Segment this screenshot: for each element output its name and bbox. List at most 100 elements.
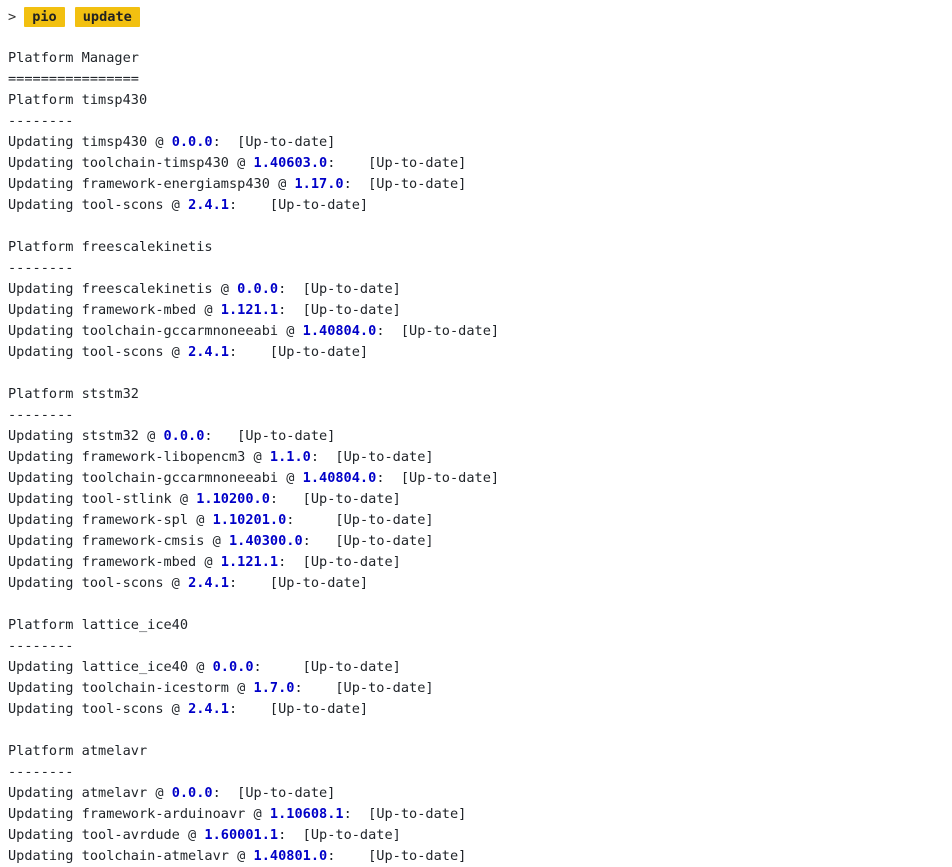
update-status: : [Up-to-date] (278, 827, 401, 843)
update-package-text: Updating framework-spl @ (8, 512, 213, 528)
update-line: Updating atmelavr @ 0.0.0: [Up-to-date] (8, 783, 952, 804)
update-package-text: Updating toolchain-icestorm @ (8, 680, 254, 696)
update-line: Updating framework-mbed @ 1.121.1: [Up-t… (8, 552, 952, 573)
update-version: 0.0.0 (237, 281, 279, 297)
update-line: Updating toolchain-icestorm @ 1.7.0: [Up… (8, 678, 952, 699)
platform-title: Platform lattice_ice40 (8, 617, 189, 633)
update-line: Updating framework-cmsis @ 1.40300.0: [U… (8, 531, 952, 552)
update-package-text: Updating tool-scons @ (8, 344, 189, 360)
platform-rule: -------- (8, 407, 74, 423)
update-line: Updating tool-stlink @ 1.10200.0: [Up-to… (8, 489, 952, 510)
update-status: : [Up-to-date] (278, 554, 401, 570)
update-package-text: Updating tool-stlink @ (8, 491, 197, 507)
update-line: Updating framework-energiamsp430 @ 1.17.… (8, 174, 952, 195)
update-package-text: Updating ststm32 @ (8, 428, 164, 444)
update-version: 2.4.1 (188, 701, 229, 717)
update-version: 1.40801.0 (253, 848, 328, 864)
platform-rule: -------- (8, 260, 74, 276)
update-status: : [Up-to-date] (228, 344, 369, 360)
update-status: : [Up-to-date] (228, 701, 369, 717)
update-version: 1.40804.0 (302, 470, 377, 486)
update-status: : [Up-to-date] (376, 470, 500, 486)
update-package-text: Updating atmelavr @ (8, 785, 172, 801)
update-package-text: Updating tool-scons @ (8, 701, 189, 717)
command-chip-pio: pio (24, 7, 65, 27)
platform-rule: -------- (8, 113, 74, 129)
update-package-text: Updating timsp430 @ (8, 134, 172, 150)
update-line: Updating toolchain-atmelavr @ 1.40801.0:… (8, 846, 952, 867)
update-package-text: Updating tool-scons @ (8, 575, 189, 591)
platform-title: Platform freescalekinetis (8, 239, 213, 255)
update-package-text: Updating tool-scons @ (8, 197, 189, 213)
update-status: : [Up-to-date] (204, 428, 336, 444)
update-version: 1.40603.0 (253, 155, 328, 171)
update-line: Updating tool-scons @ 2.4.1: [Up-to-date… (8, 573, 952, 594)
update-version: 0.0.0 (163, 428, 205, 444)
update-line: Updating framework-libopencm3 @ 1.1.0: [… (8, 447, 952, 468)
update-line: Updating timsp430 @ 0.0.0: [Up-to-date] (8, 132, 952, 153)
update-package-text: Updating lattice_ice40 @ (8, 659, 213, 675)
update-line: Updating framework-mbed @ 1.121.1: [Up-t… (8, 300, 952, 321)
update-version: 1.17.0 (294, 176, 344, 192)
update-status: : [Up-to-date] (278, 281, 401, 297)
update-line: Updating tool-scons @ 2.4.1: [Up-to-date… (8, 699, 952, 720)
platform-section: Platform ststm32 -------- Updating ststm32… (8, 384, 952, 594)
update-line: Updating freescalekinetis @ 0.0.0: [Up-t… (8, 279, 952, 300)
update-status: : [Up-to-date] (302, 533, 434, 549)
platform-title: Platform timsp430 (8, 92, 148, 108)
update-version: 0.0.0 (171, 134, 213, 150)
update-status: : [Up-to-date] (294, 680, 434, 696)
update-line: Updating toolchain-timsp430 @ 1.40603.0:… (8, 153, 952, 174)
update-version: 1.10201.0 (212, 512, 287, 528)
platform-section: Platform lattice_ice40 -------- Updating l… (8, 615, 952, 720)
update-package-text: Updating toolchain-gccarmnoneeabi @ (8, 470, 303, 486)
platform-section: Platform freescalekinetis -------- Updatin… (8, 237, 952, 363)
update-status: : [Up-to-date] (286, 512, 434, 528)
update-line: Updating tool-scons @ 2.4.1: [Up-to-date… (8, 342, 952, 363)
update-status: : [Up-to-date] (343, 176, 467, 192)
command-chip-update: update (74, 7, 140, 27)
platform-rule: -------- (8, 764, 74, 780)
update-status: : [Up-to-date] (327, 848, 467, 864)
update-package-text: Updating freescalekinetis @ (8, 281, 238, 297)
update-line: Updating tool-avrdude @ 1.60001.1: [Up-t… (8, 825, 952, 846)
update-version: 0.0.0 (212, 659, 254, 675)
update-version: 1.121.1 (220, 554, 279, 570)
update-status: : [Up-to-date] (269, 491, 401, 507)
update-status: : [Up-to-date] (278, 302, 401, 318)
update-package-text: Updating tool-avrdude @ (8, 827, 205, 843)
update-package-text: Updating framework-mbed @ (8, 302, 221, 318)
update-package-text: Updating toolchain-timsp430 @ (8, 155, 254, 171)
update-package-text: Updating toolchain-atmelavr @ (8, 848, 254, 864)
platform-list: Platform timsp430 -------- Updating timsp4… (8, 90, 952, 867)
platform-title: Platform ststm32 (8, 386, 139, 402)
command-prompt-line: > pio update (8, 6, 952, 28)
update-package-text: Updating framework-arduinoavr @ (8, 806, 270, 822)
update-version: 1.1.0 (269, 449, 311, 465)
update-status: : [Up-to-date] (212, 785, 336, 801)
platform-section: Platform timsp430 -------- Updating timsp4… (8, 90, 952, 216)
update-version: 1.121.1 (220, 302, 279, 318)
update-package-text: Updating framework-mbed @ (8, 554, 221, 570)
platform-title: Platform atmelavr (8, 743, 148, 759)
update-package-text: Updating framework-cmsis @ (8, 533, 229, 549)
command-output: Platform Manager ================ Platfo… (8, 48, 952, 867)
update-line: Updating toolchain-gccarmnoneeabi @ 1.40… (8, 468, 952, 489)
output-header-rule: ================ (8, 71, 139, 87)
update-version: 1.60001.1 (204, 827, 279, 843)
platform-rule: -------- (8, 638, 74, 654)
update-package-text: Updating framework-energiamsp430 @ (8, 176, 295, 192)
update-version: 1.7.0 (253, 680, 295, 696)
update-status: : [Up-to-date] (228, 197, 369, 213)
update-status: : [Up-to-date] (376, 323, 500, 339)
update-version: 1.10608.1 (269, 806, 344, 822)
update-status: : [Up-to-date] (228, 575, 369, 591)
update-version: 1.40804.0 (302, 323, 377, 339)
update-status: : [Up-to-date] (343, 806, 467, 822)
prompt-chevron-icon: > (8, 9, 17, 25)
update-version: 2.4.1 (188, 197, 229, 213)
platform-section: Platform atmelavr -------- Updating atmela… (8, 741, 952, 867)
